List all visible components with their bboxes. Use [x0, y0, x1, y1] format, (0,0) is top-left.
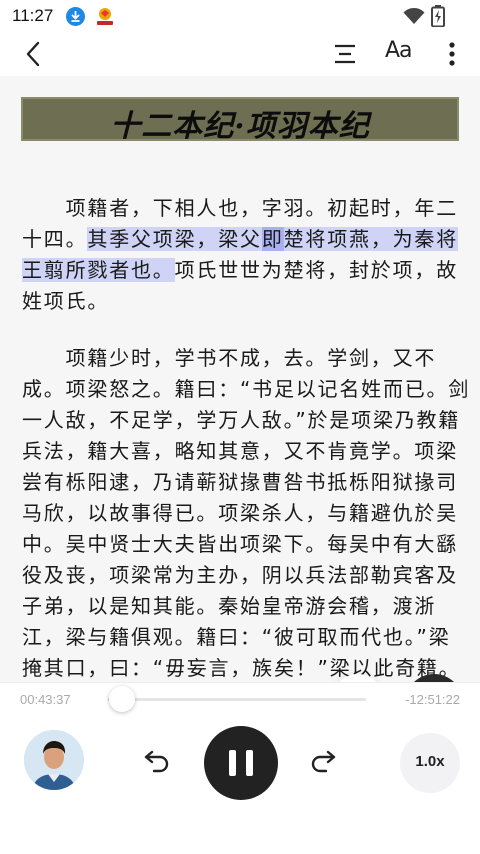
forward-icon[interactable] [310, 749, 340, 777]
status-bar: 11:27 [0, 0, 480, 32]
text-line: 十四。其季父项梁，梁父即楚将项燕，为秦将 [22, 224, 462, 255]
paragraph-2[interactable]: 项籍少时，学书不成，去。学剑，又不 成。项梁怒之。籍曰：“书足以记名姓而已。剑 … [22, 343, 471, 682]
more-options-icon[interactable] [440, 40, 464, 68]
text-line: 成。项梁怒之。籍曰：“书足以记名姓而已。剑 [22, 377, 471, 401]
reader-content[interactable]: 十二本纪·项羽本纪 项籍者，下相人也，字羽。初起时，年二 十四。其季父项梁，梁父… [0, 76, 480, 682]
paragraph-1[interactable]: 项籍者，下相人也，字羽。初起时，年二 十四。其季父项梁，梁父即楚将项燕，为秦将 … [22, 193, 462, 317]
progress-track[interactable] [108, 698, 366, 701]
highlighted-text[interactable]: 其季父项梁，梁父即楚将项燕，为秦将 [87, 227, 459, 251]
text-line: 兵法，籍大喜，略知其意，又不肯竟学。项梁 [22, 439, 458, 463]
highlighted-text[interactable]: 王翦所戮者也。 [22, 258, 175, 282]
current-reading-char: 即 [261, 227, 284, 251]
text-line: 王翦所戮者也。项氏世世为楚将，封於项，故 [22, 255, 462, 286]
download-icon [66, 7, 85, 26]
text-line: 中。吴中贤士大夫皆出项梁下。每吴中有大繇 [22, 532, 458, 556]
reader-toolbar: Aa [0, 32, 480, 76]
chapter-title: 十二本纪·项羽本纪 [110, 109, 370, 144]
text-line: 姓项氏。 [22, 289, 110, 313]
current-time: 00:43:37 [20, 692, 71, 707]
pause-icon-bar-left [229, 750, 236, 776]
text-line: 项籍者，下相人也，字羽。初起时，年二 [22, 193, 462, 224]
text-line: 役及丧，项梁常为主办，阴以兵法部勒宾客及 [22, 563, 458, 587]
highlighted-text-part: 楚将项燕，为秦将 [283, 227, 459, 251]
battery-charging-icon [431, 5, 445, 31]
text-line-content: 十四。 [22, 227, 88, 251]
audio-player: 00:43:37 -12:51:22 1.0x [0, 682, 480, 854]
text-line-content: 项氏世世为楚将，封於项，故 [174, 258, 459, 282]
playback-speed-button[interactable]: 1.0x [400, 733, 460, 793]
text-line: 掩其口，曰：“毋妄言，族矣！”梁以此奇籍。 [22, 656, 461, 680]
status-time: 11:27 [12, 6, 54, 25]
text-line-content: 项籍少时，学书不成，去。学剑，又不 [65, 346, 437, 370]
rewind-icon[interactable] [140, 749, 170, 777]
text-line: 项籍少时，学书不成，去。学剑，又不 [22, 343, 462, 374]
narrator-avatar[interactable] [24, 730, 84, 790]
back-icon[interactable] [20, 40, 48, 68]
pause-button[interactable] [204, 726, 278, 800]
pause-icon-bar-right [246, 750, 253, 776]
table-of-contents-icon[interactable] [333, 42, 357, 66]
font-settings-icon[interactable]: Aa [385, 38, 413, 63]
wifi-icon [403, 7, 425, 29]
text-line-content: 项籍者，下相人也，字羽。初起时，年二 [65, 196, 459, 220]
text-line: 尝有栎阳逮，乃请蕲狱掾曹咎书抵栎阳狱掾司 [22, 470, 458, 494]
app-notification-icon [95, 6, 115, 26]
text-line: 马欣，以故事得已。项梁杀人，与籍避仇於吴 [22, 501, 458, 525]
text-line: 一人敌，不足学，学万人敌。”於是项梁乃教籍 [22, 408, 461, 432]
highlighted-text-part: 其季父项梁，梁父 [87, 227, 262, 251]
chapter-title-banner: 十二本纪·项羽本纪 [21, 97, 459, 144]
text-line: 子弟，以是知其能。秦始皇帝游会稽，渡浙 [22, 594, 437, 618]
remaining-time: -12:51:22 [405, 692, 460, 707]
playback-speed-label: 1.0x [415, 753, 445, 770]
text-line: 江，梁与籍俱观。籍曰：“彼可取而代也。”梁 [22, 625, 451, 649]
progress-thumb[interactable] [109, 686, 136, 712]
